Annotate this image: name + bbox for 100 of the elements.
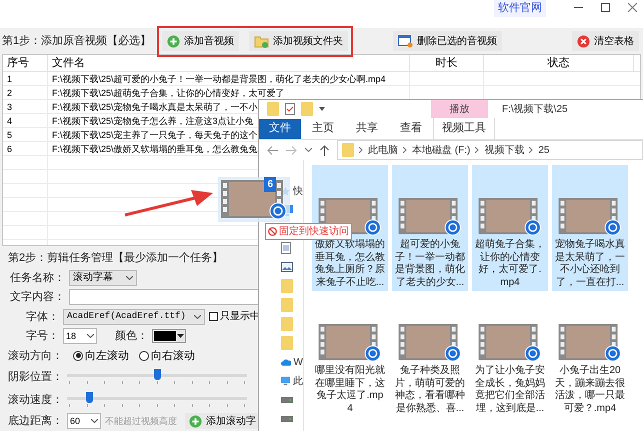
video-thumbnail (397, 198, 463, 236)
slider[interactable] (67, 392, 247, 408)
color-picker[interactable] (152, 329, 186, 344)
field-label: 阴影位置： (8, 370, 63, 385)
field-label: 任务名称： (10, 270, 65, 286)
folder-icon (281, 317, 293, 331)
table-cell: 6 (3, 142, 48, 155)
field-label: 颜色： (115, 328, 148, 344)
video-thumbnail (477, 198, 543, 236)
radio-option[interactable]: 向左滚动 (73, 348, 129, 364)
nav-item[interactable]: 此 (293, 374, 303, 388)
file-name: 哪里没有阳光就在哪里睡下，这兔子太逗了.mp4 (315, 365, 385, 415)
file-name: 小兔子出生20天，蹦来蹦去很活泼，哪一只最可爱？.mp4 (555, 365, 625, 415)
radio-option[interactable]: 向右滚动 (139, 348, 195, 364)
slider[interactable] (67, 369, 247, 385)
group-title: 第2步：剪辑任务管理【最少添加一个任务】 (8, 250, 224, 266)
table-cell: 3 (3, 100, 48, 113)
field-label: 字号： (26, 328, 59, 344)
context-tab-header: 播放 (431, 100, 488, 118)
breadcrumb-item[interactable]: 视频下载 (484, 142, 524, 158)
video-thumbnail (557, 324, 623, 362)
document-icon (281, 242, 291, 254)
breadcrumb-item[interactable]: 25 (538, 142, 550, 158)
table-cell: 4 (3, 114, 48, 127)
file-tile[interactable]: 哪里没有阳光就在哪里睡下，这兔子太逗了.mp4 (312, 291, 388, 417)
toolbar-button[interactable]: 删除已选的音视频 (393, 31, 502, 51)
folder-icon (281, 336, 293, 350)
chevron-icon (475, 147, 480, 153)
task-dropdown[interactable]: 滚动字幕 (69, 270, 137, 286)
maximize-icon[interactable] (601, 3, 610, 12)
file-tile[interactable]: 小兔子出生20天，蹦来蹦去很活泼，哪一只最可爱？.mp4 (552, 291, 628, 417)
file-name: 超萌兔子合集，让你的心情变好，太可爱了.mp4 (475, 239, 545, 289)
website-link[interactable]: 软件官网 (494, 0, 546, 16)
ribbon-tab[interactable]: 文件 (259, 118, 301, 138)
chevron-icon (529, 147, 534, 153)
file-name: 兔子种类及照片，萌萌可爱的神态，看看哪种是你熟悉、喜... (395, 365, 465, 415)
table-cell: F:\视频下载\25\超可爱的小兔子！一举一动都是背景图，萌化了老夫的少女心啊.mp4 (48, 72, 410, 85)
folder-icon (281, 279, 293, 293)
folder-icon (342, 143, 354, 157)
dropdown-arrow-icon (177, 333, 184, 340)
cloud-icon (281, 358, 291, 366)
table-cell: 1 (3, 72, 48, 85)
text-input[interactable] (69, 289, 260, 306)
size-dropdown[interactable]: 18 (63, 328, 97, 344)
plus-icon (167, 34, 180, 48)
checklist-icon (285, 103, 295, 115)
nav-item[interactable]: W (294, 354, 303, 370)
picture-icon (281, 262, 293, 272)
field-label: 字体： (26, 310, 59, 324)
window-title: F:\视频下载\25 (502, 102, 568, 116)
drive-icon (281, 416, 293, 422)
chevron-icon (403, 147, 407, 153)
toolbar-button[interactable]: 清空表格 (572, 31, 640, 51)
folder-icon (281, 298, 293, 312)
close-icon (577, 34, 590, 48)
monitor-icon (281, 375, 290, 387)
distance-dropdown[interactable]: 60 (67, 413, 101, 430)
column-header: 时长 (410, 55, 484, 71)
toolbar-button[interactable]: 添加音视频 (162, 31, 240, 51)
video-thumbnail (397, 324, 463, 362)
add-subtitle-button[interactable]: 添加滚动字 (185, 413, 260, 430)
field-label: 底边距离： (8, 414, 63, 429)
count-badge: 6 (264, 177, 276, 192)
slider-thumb[interactable] (154, 369, 161, 380)
address-bar[interactable]: 此电脑 本地磁盘 (F:) 视频下载 25 (337, 140, 643, 160)
prohibited-icon (268, 227, 277, 236)
folder-icon (267, 102, 279, 116)
file-tile[interactable]: 兔子种类及照片，萌萌可爱的神态，看看哪种是你熟悉、喜... (392, 291, 468, 417)
slider-thumb[interactable] (86, 392, 93, 403)
file-name: 超可爱的小兔子！一举一动都是背景图，萌化了老夫的少女... (395, 239, 465, 289)
chevron-icon (91, 419, 98, 424)
plus-icon (189, 414, 202, 428)
file-tile[interactable]: 为了让小兔子安全成长，兔妈妈竟把它们全部活埋，这到底是... (472, 291, 548, 417)
close-icon[interactable] (628, 3, 637, 12)
chevron-icon[interactable] (305, 148, 312, 152)
column-header: 序号 (3, 55, 48, 71)
hint-text: 不能超过视频高度 (105, 414, 177, 428)
dropdown-arrow-icon (319, 107, 325, 111)
field-label: 滚动速度： (8, 392, 63, 408)
field-label: 文字内容： (10, 290, 65, 305)
chevron-icon (194, 314, 201, 319)
file-tile[interactable]: 超可爱的小兔子！一举一动都是背景图，萌化了老夫的少女... (392, 165, 468, 291)
column-header: 状态 (484, 55, 634, 71)
nav-item[interactable]: 快 (293, 184, 303, 198)
breadcrumb-item[interactable]: 本地磁盘 (F:) (412, 142, 470, 158)
back-arrow-icon[interactable] (267, 146, 278, 154)
drive-icon (281, 397, 293, 403)
step-label: 第1步：添加原音视频【必选】 (2, 34, 152, 49)
table-cell: 2 (3, 86, 48, 99)
breadcrumb-item[interactable]: 此电脑 (368, 142, 398, 158)
chevron-icon (87, 334, 94, 338)
folder-icon (254, 34, 270, 48)
chevron-icon (126, 276, 133, 280)
font-dropdown[interactable]: AcadEref(AcadEref.ttf) (63, 308, 205, 325)
toolbar-button[interactable]: 添加视频文件夹 (249, 31, 348, 51)
table-cell: 5 (3, 128, 48, 141)
file-tile[interactable]: 超萌兔子合集，让你的心情变好，太可爱了.mp4 (472, 165, 548, 291)
up-arrow-icon[interactable] (320, 144, 329, 156)
file-tile[interactable]: 宠物兔子喝水真是太呆萌了，一不小心还呛到了，一直在打... (552, 165, 628, 291)
video-thumbnail (477, 324, 543, 362)
